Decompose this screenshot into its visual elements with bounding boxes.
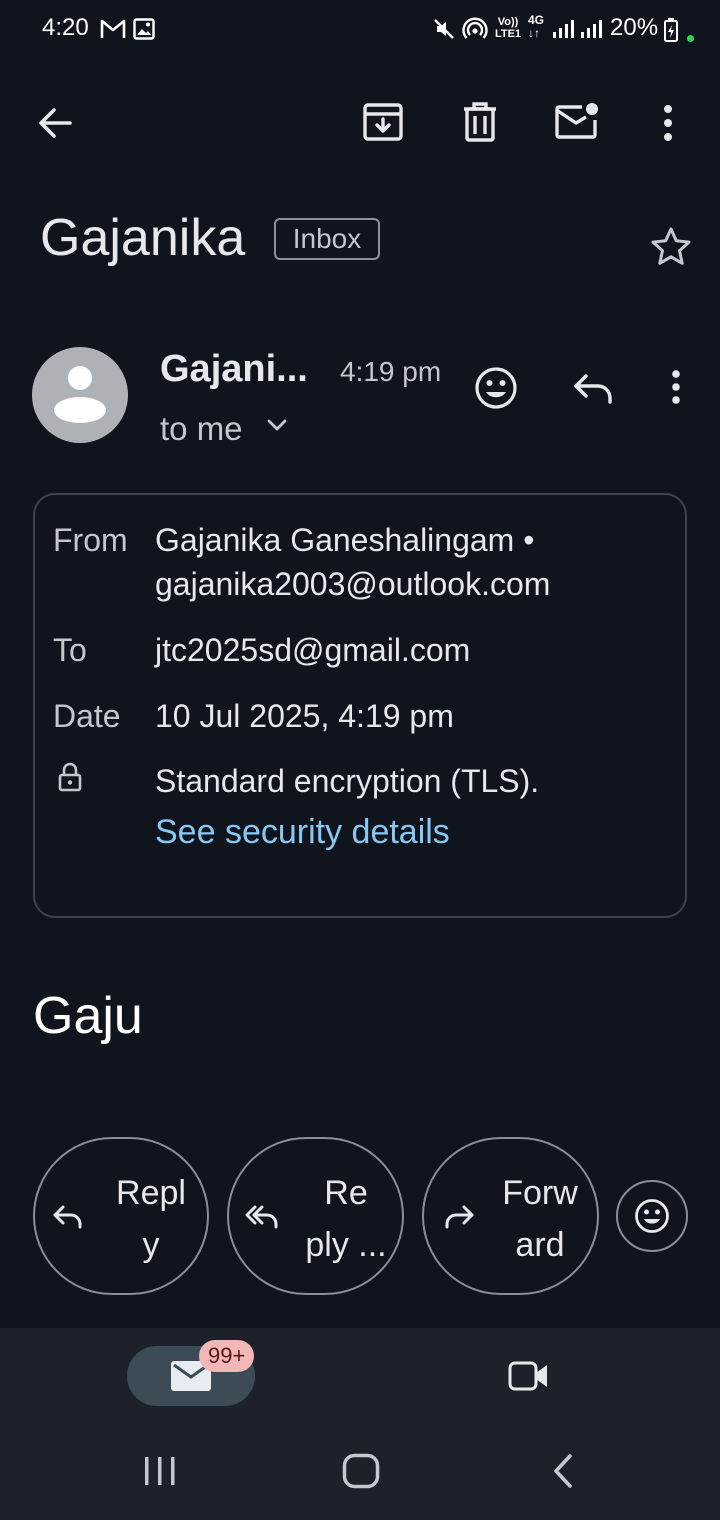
reply-icon-button[interactable] xyxy=(572,370,614,406)
recent-apps-button[interactable] xyxy=(143,1455,177,1487)
date-value: 10 Jul 2025, 4:19 pm xyxy=(155,698,454,734)
network-type-indicator: 4G ↓↑ xyxy=(528,13,545,40)
bottom-navigation xyxy=(0,1328,720,1520)
security-details-link[interactable]: See security details xyxy=(155,813,450,852)
from-label: From xyxy=(53,522,128,558)
forward-label-line2: ard xyxy=(515,1226,565,1264)
reply-all-icon xyxy=(245,1203,281,1231)
video-camera-icon xyxy=(508,1360,550,1392)
signal-icon-sim2 xyxy=(580,18,604,40)
archive-button[interactable] xyxy=(362,102,404,142)
battery-percent: 20% xyxy=(610,14,659,41)
reply-icon xyxy=(53,1203,85,1231)
unread-count-badge: 99+ xyxy=(199,1340,255,1372)
reply-all-label-line2: ply ... xyxy=(305,1226,387,1264)
home-button[interactable] xyxy=(342,1453,380,1489)
message-body: Gaju xyxy=(33,987,143,1045)
sender-name[interactable]: Gajani... xyxy=(160,348,308,391)
battery-icon xyxy=(664,18,678,42)
delete-button[interactable] xyxy=(462,101,498,143)
mark-unread-button[interactable] xyxy=(554,101,600,141)
encryption-text: Standard encryption (TLS). xyxy=(155,763,540,799)
signal-icon-sim1 xyxy=(552,18,576,40)
meet-tab[interactable] xyxy=(508,1360,550,1392)
star-button[interactable] xyxy=(650,226,692,268)
recipient-summary: to me xyxy=(160,410,243,447)
chevron-down-icon[interactable] xyxy=(266,417,288,433)
back-button[interactable] xyxy=(30,100,80,146)
hotspot-icon xyxy=(462,17,488,43)
mute-icon xyxy=(432,17,456,41)
reply-button[interactable]: Repl y xyxy=(33,1137,209,1295)
more-options-button[interactable] xyxy=(654,104,682,142)
thread-subject: Gajanika xyxy=(40,209,246,267)
sent-time: 4:19 pm xyxy=(340,356,442,387)
smiley-icon xyxy=(634,1198,670,1234)
lock-icon xyxy=(58,762,82,792)
sender-avatar[interactable] xyxy=(32,347,128,443)
forward-label-line1: Forw xyxy=(502,1174,578,1212)
from-email: gajanika2003@outlook.com xyxy=(155,566,551,602)
reply-all-label-line1: Re xyxy=(324,1174,368,1212)
reply-label-line1: Repl xyxy=(116,1174,186,1212)
inbox-label-chip[interactable]: Inbox xyxy=(274,218,380,260)
forward-button[interactable]: Forw ard xyxy=(422,1137,599,1295)
to-value: jtc2025sd@gmail.com xyxy=(155,632,471,668)
gallery-notification-icon xyxy=(133,18,155,40)
recipient-summary-toggle[interactable]: to me xyxy=(160,410,243,448)
camera-in-use-dot xyxy=(687,35,694,42)
add-reaction-button[interactable] xyxy=(474,366,518,410)
from-name: Gajanika Ganeshalingam • xyxy=(155,522,535,558)
reply-label-line2: y xyxy=(142,1226,160,1264)
forward-icon xyxy=(442,1203,474,1231)
to-label: To xyxy=(53,632,87,668)
status-time: 4:20 xyxy=(42,14,89,41)
date-label: Date xyxy=(53,698,121,734)
reply-all-button[interactable]: Re ply ... xyxy=(227,1137,404,1295)
gmail-notification-icon xyxy=(100,18,126,40)
react-emoji-button[interactable] xyxy=(616,1180,688,1252)
message-more-button[interactable] xyxy=(663,369,689,405)
volte-indicator: Vo)) LTE1 xyxy=(494,16,522,40)
system-back-button[interactable] xyxy=(551,1453,575,1489)
